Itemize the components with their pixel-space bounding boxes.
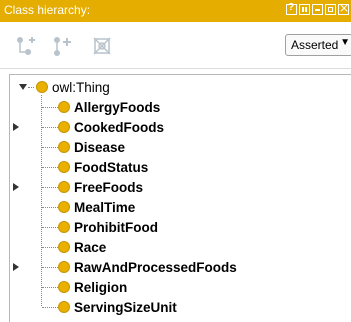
class-icon <box>58 101 70 113</box>
expand-class-icon[interactable] <box>13 183 19 191</box>
tree-item-label: FreeFoods <box>74 179 144 195</box>
tree-item-label: FoodStatus <box>74 159 149 175</box>
class-toolbar: Asserted ▼ <box>0 22 351 69</box>
class-icon <box>36 81 48 93</box>
tree-item[interactable]: Religion <box>58 277 127 297</box>
tree-item-label: ProhibitFood <box>74 219 158 235</box>
tree-item[interactable]: Race <box>58 237 106 257</box>
tree-item-label: CookedFoods <box>74 119 164 135</box>
tree-item[interactable]: ServingSizeUnit <box>58 297 177 317</box>
add-subclass-icon[interactable] <box>13 34 37 58</box>
class-icon <box>58 141 70 153</box>
tree-item[interactable]: MealTime <box>58 197 135 217</box>
class-icon <box>58 201 70 213</box>
view-mode-select[interactable]: Asserted ▼ <box>285 34 351 56</box>
tree-item-label: Race <box>74 239 107 255</box>
minimize-icon[interactable] <box>312 4 323 15</box>
tree-item-label: Religion <box>74 279 128 295</box>
class-icon <box>58 181 70 193</box>
tree-item[interactable]: RawAndProcessedFoods <box>58 257 237 277</box>
add-sibling-icon[interactable] <box>51 34 75 58</box>
maximize-icon[interactable] <box>325 4 336 15</box>
expand-root-icon[interactable] <box>19 84 27 90</box>
view-mode-value: Asserted <box>291 38 339 52</box>
tree-item[interactable]: ProhibitFood <box>58 217 158 237</box>
tree-item[interactable]: FoodStatus <box>58 157 148 177</box>
tree-item[interactable]: CookedFoods <box>58 117 164 137</box>
view-title: Class hierarchy: <box>4 3 91 17</box>
tree-item-label: ServingSizeUnit <box>74 299 177 315</box>
close-icon[interactable] <box>338 1 349 15</box>
pause-icon[interactable] <box>299 4 310 15</box>
tree-item-label: RawAndProcessedFoods <box>74 259 237 275</box>
class-tree[interactable]: owl:Thing AllergyFoods CookedFoods Disease… <box>9 74 351 322</box>
tree-item[interactable]: FreeFoods <box>58 177 143 197</box>
tree-item-label: AllergyFoods <box>74 99 161 115</box>
tree-item[interactable]: AllergyFoods <box>58 97 160 117</box>
class-icon <box>58 241 70 253</box>
chevron-down-icon: ▼ <box>340 37 350 48</box>
class-icon <box>58 161 70 173</box>
tree-root-owl-thing[interactable]: owl:Thing <box>36 77 110 97</box>
class-icon <box>58 221 70 233</box>
tree-item[interactable]: Disease <box>58 137 125 157</box>
view-titlebar: Class hierarchy: <box>0 0 351 22</box>
class-icon <box>58 261 70 273</box>
class-icon <box>58 121 70 133</box>
class-icon <box>58 281 70 293</box>
tree-item-label: MealTime <box>74 199 136 215</box>
delete-class-icon[interactable] <box>90 34 114 58</box>
expand-class-icon[interactable] <box>13 263 19 271</box>
tree-item-label: Disease <box>74 139 126 155</box>
titlebar-buttons <box>286 1 349 15</box>
help-icon[interactable] <box>286 2 297 15</box>
expand-class-icon[interactable] <box>13 123 19 131</box>
class-icon <box>58 301 70 313</box>
